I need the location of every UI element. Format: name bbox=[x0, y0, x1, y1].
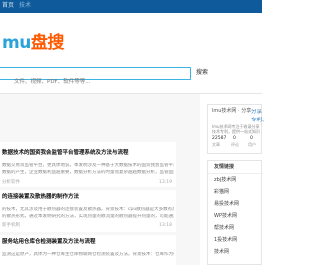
friend-links-title: 友情链接 bbox=[214, 164, 235, 170]
article-card[interactable]: 数据技术的国资我会监管平台管理系统及方法与流程 数据交易资监管平台，更具体地说，… bbox=[0, 142, 176, 187]
article-card[interactable]: 的连接装置及散热器的制作方法 的技术，尤其涉及用于散热器的连接装置及散热器。背景… bbox=[0, 190, 176, 232]
friend-link[interactable]: 易投技术网 bbox=[214, 201, 239, 208]
search-input[interactable] bbox=[0, 76, 190, 88]
friend-link[interactable]: WP技术网 bbox=[214, 213, 237, 220]
site-name: lmu技术网 · 分享 bbox=[212, 108, 252, 114]
article-excerpt: 的散热形式，通过本发明研究的方法，实现热量的散流量的散热器提升热量的，可能通流装… bbox=[2, 214, 174, 219]
site-info-card: lmu技术网 · 分享 分享 专利、技术 lmu技术网专注于收录分享 技术专利，… bbox=[207, 104, 265, 154]
friend-link[interactable]: 技术网 bbox=[214, 249, 229, 256]
friend-link[interactable]: zbj技术网 bbox=[214, 177, 236, 184]
site-description: 技术专利，提供一站式知识服务 bbox=[212, 129, 260, 134]
nav-item-tech[interactable]: 技术 bbox=[19, 2, 31, 10]
stat-users-label: 用户 bbox=[248, 142, 256, 147]
article-title[interactable]: 数据技术的国资我会监管平台管理系统及方法与流程 bbox=[2, 150, 129, 157]
article-card[interactable]: 服务站用仓库仓检测装置及方法与流程 监测这是原产，具体为一种仓库主仓库物联网仓检… bbox=[0, 235, 176, 265]
article-time: 13:19 bbox=[159, 180, 172, 185]
article-title[interactable]: 服务站用仓库仓检测装置及方法与流程 bbox=[2, 239, 96, 246]
article-excerpt: 数据交易资监管平台，更具体地说，本发明涉及一种基于大数据技术的国资我会监管平台管… bbox=[2, 163, 174, 168]
article-excerpt: 监测这是原产，具体为一种仓库主仓库物联网仓检测装置及方法。背景技术：仓库作为各组… bbox=[2, 252, 174, 257]
article-time: 13:18 bbox=[159, 223, 172, 228]
article-excerpt: 数据的产生，企业数据利益越重要，数据分析方法的时量而复杂越越数据分析，监管国资我… bbox=[2, 170, 174, 175]
friend-links-card: 友情链接 zbj技术网 彩猫网 易投技术网 WP技术网 帮技术网 1投技术网 技… bbox=[207, 160, 263, 265]
site-logo[interactable]: mu盘搜 bbox=[2, 33, 64, 53]
article-excerpt: 的技术，尤其涉及用于散热器的连接装置及散热器。背景技术：cpu散热器是大多数有热… bbox=[2, 207, 174, 212]
article-list-area: 数据技术的国资我会监管平台管理系统及方法与流程 数据交易资监管平台，更具体地说，… bbox=[0, 94, 200, 265]
search-button[interactable]: 搜索 bbox=[196, 68, 208, 77]
article-title[interactable]: 的连接装置及散热器的制作方法 bbox=[2, 194, 79, 201]
friend-link[interactable]: 彩猫网 bbox=[214, 189, 229, 196]
logo-accent-text: 盘搜 bbox=[30, 33, 65, 53]
links-divider bbox=[208, 173, 263, 174]
site-slogan: 分享 bbox=[251, 109, 263, 115]
article-category[interactable]: 新手机制 bbox=[2, 223, 20, 229]
article-category[interactable]: 分析软件 bbox=[2, 180, 20, 186]
stat-comments-label: 评论 bbox=[231, 142, 239, 147]
top-navigation-bar: 首页 技术 bbox=[0, 0, 262, 13]
friend-link[interactable]: 1投技术网 bbox=[214, 237, 237, 244]
stat-articles-label: 文章 bbox=[212, 142, 220, 147]
logo-text: mu bbox=[2, 33, 31, 53]
site-slogan: 专利、技术 bbox=[251, 117, 265, 123]
nav-item-home[interactable]: 首页 bbox=[2, 2, 14, 10]
search-box bbox=[0, 67, 191, 88]
friend-link[interactable]: 帮技术网 bbox=[214, 225, 234, 232]
